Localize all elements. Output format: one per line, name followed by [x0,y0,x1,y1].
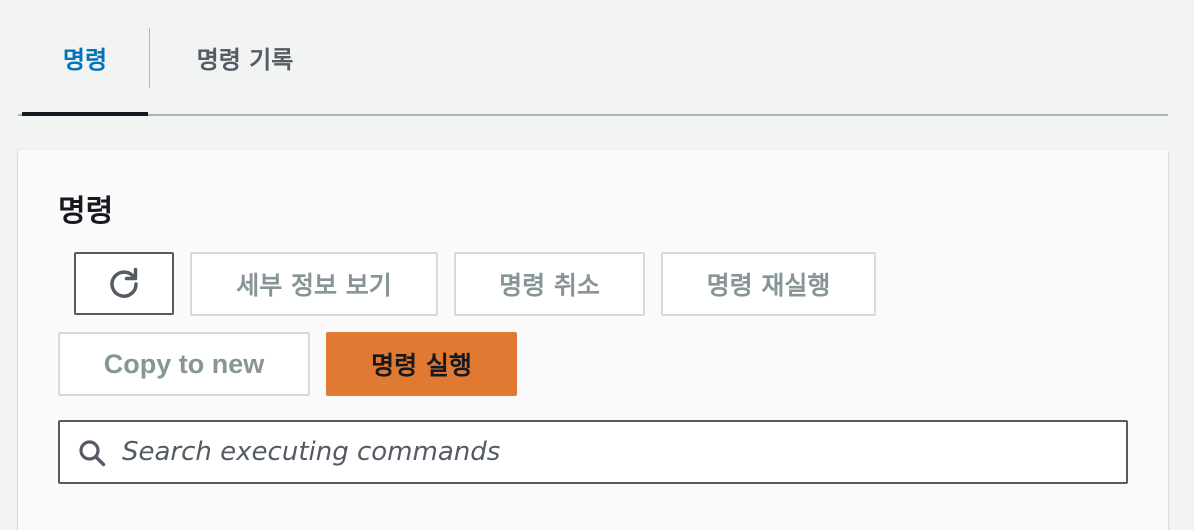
search-icon [79,440,106,467]
search-input[interactable] [122,430,1112,474]
view-details-label: 세부 정보 보기 [236,271,392,300]
commands-panel: 명령 세부 정보 보기 명령 취소 명령 재실행 Copy to new 명령 … [18,150,1168,530]
tab-command-history-label: 명령 기록 [196,45,294,74]
tab-bar: 명령 명령 기록 [18,0,1168,116]
refresh-icon [110,267,138,298]
copy-to-new-label: Copy to new [103,348,265,379]
rerun-command-label: 명령 재실행 [706,271,831,300]
search-box[interactable] [58,420,1128,484]
tab-commands[interactable]: 명령 [22,0,148,116]
refresh-button[interactable] [74,252,174,315]
cancel-command-label: 명령 취소 [499,271,600,300]
copy-to-new-button[interactable]: Copy to new [58,332,310,396]
rerun-command-button[interactable]: 명령 재실행 [661,252,876,316]
panel-title: 명령 [58,194,114,229]
run-command-button[interactable]: 명령 실행 [326,332,517,396]
tab-command-history[interactable]: 명령 기록 [150,0,340,114]
view-details-button[interactable]: 세부 정보 보기 [190,252,438,316]
cancel-command-button[interactable]: 명령 취소 [454,252,645,316]
run-command-label: 명령 실행 [371,351,472,380]
tab-commands-label: 명령 [62,45,108,74]
